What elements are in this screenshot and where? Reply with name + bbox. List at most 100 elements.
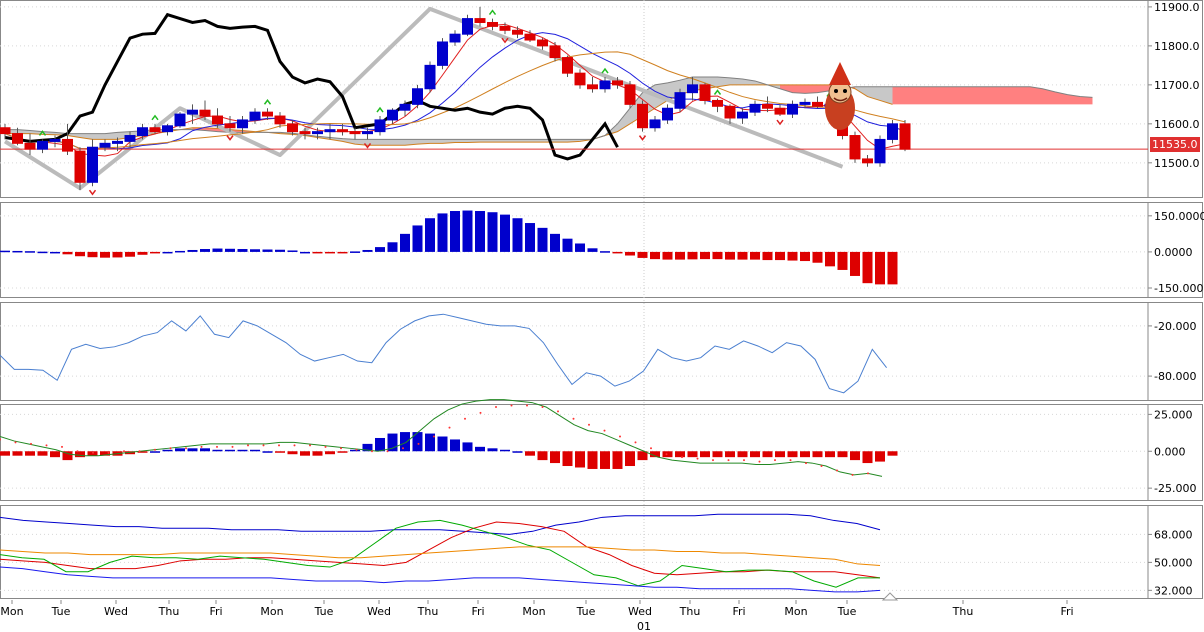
histogram-bar	[262, 249, 273, 252]
parabolic-dot	[123, 450, 125, 453]
histogram-bar	[662, 251, 673, 260]
cloud-segment	[917, 86, 930, 105]
parabolic-dot	[774, 459, 776, 462]
ytick-label: 68.000	[1154, 528, 1193, 541]
candle-body	[299, 131, 311, 135]
fractal-up-marker	[151, 114, 159, 121]
candle-body	[849, 135, 861, 160]
parabolic-dot	[216, 445, 218, 448]
xtick-label: Thu	[679, 605, 701, 618]
histogram-bar	[550, 451, 560, 464]
histogram-bar	[775, 451, 785, 458]
histogram-bar	[262, 451, 273, 453]
mascot-hat	[829, 62, 851, 85]
histogram-bar	[50, 451, 60, 458]
histogram-bar	[212, 248, 223, 252]
cloud-segment	[92, 133, 105, 140]
parabolic-dot	[820, 465, 823, 468]
histogram-bar	[375, 437, 385, 452]
ytick-label: -80.000	[1154, 370, 1196, 383]
parabolic-dot	[433, 435, 435, 438]
histogram-bar	[475, 446, 485, 452]
candle-body	[224, 123, 236, 129]
cloud-segment	[805, 84, 818, 94]
candle-body	[262, 111, 273, 117]
histogram-bar	[825, 251, 835, 267]
mascot-eye	[843, 89, 847, 93]
histogram-bar	[612, 251, 623, 254]
histogram-bar	[837, 251, 848, 270]
xtick-label: Fri	[732, 605, 745, 618]
parabolic-dot	[743, 459, 745, 462]
candle-body	[862, 158, 873, 164]
parabolic-dot	[448, 426, 451, 429]
candle-body	[749, 103, 761, 113]
histogram-bar	[525, 451, 535, 456]
histogram-bar	[0, 250, 10, 253]
histogram-bar	[550, 233, 560, 252]
parabolic-dot	[557, 410, 559, 413]
fractal-up-marker	[263, 98, 272, 105]
histogram-bar	[275, 451, 285, 453]
histogram-bar	[437, 213, 448, 252]
xtick-label: Wed	[367, 605, 391, 618]
candle-body	[662, 107, 673, 121]
histogram-bar	[162, 449, 173, 452]
parabolic-dot	[138, 450, 141, 453]
candle-body	[199, 109, 211, 117]
histogram-bar	[600, 451, 610, 469]
histogram-bar	[125, 251, 135, 257]
candle-body	[362, 131, 373, 135]
cloud-segment	[1017, 86, 1030, 105]
ytick-label: 11500.0	[1154, 157, 1200, 170]
parabolic-dot	[231, 445, 234, 448]
candle-body	[512, 29, 523, 35]
parabolic-dot	[851, 473, 854, 476]
histogram-bar	[112, 251, 123, 258]
histogram-bar	[237, 449, 248, 452]
parabolic-dot	[510, 404, 513, 407]
ytick-label: -150.0000	[1154, 282, 1204, 295]
parabolic-dot	[30, 442, 32, 445]
candle-body	[562, 57, 573, 74]
candle-body	[462, 18, 473, 35]
candle-body	[812, 101, 823, 107]
histogram-bar	[837, 451, 848, 458]
candle-body	[112, 140, 123, 144]
parabolic-dot	[402, 447, 404, 450]
histogram-bar	[250, 449, 260, 452]
candle-body	[374, 119, 386, 133]
histogram-bar	[350, 251, 360, 253]
candle-body	[537, 39, 548, 47]
parabolic-dot	[14, 441, 17, 444]
histogram-bar	[725, 451, 735, 458]
histogram-bar	[562, 238, 573, 252]
histogram-bar	[237, 249, 248, 252]
histogram-bar	[775, 251, 785, 261]
histogram-bar	[800, 251, 810, 262]
indicator-line	[0, 513, 881, 535]
candle-body	[899, 123, 911, 150]
cloud-segment	[430, 139, 443, 144]
mascot-eye	[834, 89, 838, 93]
parabolic-dot	[247, 444, 249, 447]
parabolic-dot	[836, 469, 838, 472]
candle-body	[887, 123, 898, 140]
histogram-bar	[712, 451, 723, 458]
histogram-bar	[400, 233, 410, 252]
histogram-bar	[87, 251, 98, 258]
histogram-bar	[187, 249, 198, 252]
candle-body	[287, 123, 298, 133]
xtick-label: Mon	[784, 605, 807, 618]
candle-body	[137, 127, 148, 137]
histogram-bar	[725, 251, 735, 260]
cloud-segment	[905, 86, 918, 105]
parabolic-dot	[588, 423, 590, 426]
parabolic-dot	[541, 406, 544, 408]
histogram-bar	[137, 251, 148, 255]
histogram-bar	[575, 451, 585, 468]
histogram-bar	[200, 249, 210, 252]
parabolic-dot	[464, 417, 466, 420]
histogram-bar	[150, 451, 160, 453]
histogram-bar	[300, 451, 310, 456]
